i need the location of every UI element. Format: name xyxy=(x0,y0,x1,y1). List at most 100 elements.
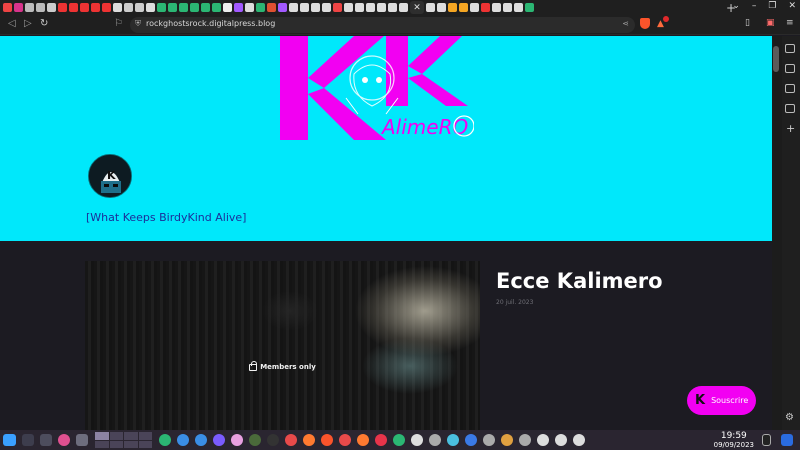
taskbar-app-icon[interactable] xyxy=(483,434,495,446)
taskbar-app-icon[interactable] xyxy=(573,434,585,446)
page-scrollbar[interactable] xyxy=(772,36,782,430)
browser-tab[interactable] xyxy=(47,3,56,12)
site-info-icon[interactable]: ⛨ xyxy=(135,19,141,29)
taskbar-app-icon[interactable] xyxy=(321,434,333,446)
browser-tab[interactable] xyxy=(322,3,331,12)
maximize-button[interactable]: ❐ xyxy=(768,1,776,11)
browser-tab[interactable] xyxy=(289,3,298,12)
taskbar-app-icon[interactable] xyxy=(501,434,513,446)
taskbar-app-icon[interactable] xyxy=(393,434,405,446)
app-launcher-icon[interactable] xyxy=(3,434,16,446)
taskbar-app-icon[interactable] xyxy=(447,434,459,446)
taskbar-app-icon[interactable] xyxy=(267,434,279,446)
browser-tab[interactable] xyxy=(201,3,210,12)
taskbar-app-icon[interactable] xyxy=(249,434,261,446)
browser-tab[interactable] xyxy=(503,3,512,12)
taskbar-app-icon[interactable] xyxy=(411,434,423,446)
browser-tab[interactable] xyxy=(179,3,188,12)
post-title[interactable]: Ecce Kalimero xyxy=(496,269,663,293)
browser-tab[interactable] xyxy=(437,3,446,12)
taskbar-app-icon[interactable] xyxy=(159,434,171,446)
browser-tab[interactable] xyxy=(256,3,265,12)
browser-tab[interactable] xyxy=(168,3,177,12)
sidebar-reading-list-icon[interactable] xyxy=(785,64,795,73)
sidebar-add-icon[interactable]: + xyxy=(786,122,795,135)
browser-tab[interactable] xyxy=(234,3,243,12)
reload-button[interactable]: ↻ xyxy=(40,18,48,29)
address-bar[interactable]: ⛨ rockghostsrock.digitalpress.blog ⋖ xyxy=(130,17,635,33)
browser-tab[interactable] xyxy=(426,3,435,12)
browser-tab[interactable] xyxy=(514,3,523,12)
file-manager-icon[interactable] xyxy=(40,434,52,446)
tasks-icon[interactable] xyxy=(76,434,88,446)
taskbar-app-icon[interactable] xyxy=(231,434,243,446)
browser-tab[interactable] xyxy=(157,3,166,12)
sidebar-toggle-icon[interactable]: ▯ xyxy=(745,18,750,28)
taskbar-app-icon[interactable] xyxy=(303,434,315,446)
taskbar-app-icon[interactable] xyxy=(555,434,567,446)
browser-tab[interactable] xyxy=(113,3,122,12)
forward-button[interactable]: ▷ xyxy=(24,18,32,29)
browser-tab[interactable] xyxy=(124,3,133,12)
terminal-icon[interactable] xyxy=(22,434,34,446)
browser-tab[interactable] xyxy=(300,3,309,12)
browser-tab[interactable] xyxy=(492,3,501,12)
taskbar-app-icon[interactable] xyxy=(339,434,351,446)
taskbar-app-icon[interactable] xyxy=(213,434,225,446)
browser-tab[interactable] xyxy=(311,3,320,12)
taskbar-app-icon[interactable] xyxy=(195,434,207,446)
taskbar-app-icon[interactable] xyxy=(537,434,549,446)
browser-tab[interactable] xyxy=(344,3,353,12)
taskbar-app-icon[interactable] xyxy=(357,434,369,446)
browser-tab[interactable] xyxy=(399,3,408,12)
browser-tab[interactable] xyxy=(223,3,232,12)
browser-tab[interactable] xyxy=(388,3,397,12)
browser-tab[interactable] xyxy=(355,3,364,12)
site-avatar[interactable]: K xyxy=(88,154,132,198)
browser-tab[interactable] xyxy=(25,3,34,12)
browser-tab[interactable] xyxy=(525,3,534,12)
bookmark-icon[interactable]: ⚐ xyxy=(114,18,123,29)
sidebar-settings-icon[interactable]: ⚙ xyxy=(785,412,794,423)
active-tab-close-icon[interactable]: ✕ xyxy=(410,1,424,14)
browser-tab[interactable] xyxy=(333,3,342,12)
browser-tab[interactable] xyxy=(91,3,100,12)
virtual-desktop-pager[interactable] xyxy=(95,432,152,448)
scrollbar-thumb[interactable] xyxy=(773,46,779,72)
sidebar-tabs-icon[interactable] xyxy=(785,44,795,53)
tab-search-icon[interactable]: ⌄ xyxy=(732,1,740,11)
browser-tab[interactable] xyxy=(278,3,287,12)
sidebar-history-icon[interactable] xyxy=(785,104,795,113)
browser-tab[interactable] xyxy=(58,3,67,12)
minimize-button[interactable]: – xyxy=(752,1,757,11)
browser-tab[interactable] xyxy=(36,3,45,12)
browser-tab[interactable] xyxy=(80,3,89,12)
browser-tab[interactable] xyxy=(448,3,457,12)
taskbar-app-icon[interactable] xyxy=(375,434,387,446)
browser-tab[interactable] xyxy=(481,3,490,12)
taskbar-app-icon[interactable] xyxy=(285,434,297,446)
wallet-icon[interactable]: ▣ xyxy=(766,18,775,28)
browser-tab[interactable] xyxy=(3,3,12,12)
taskbar-app-icon[interactable] xyxy=(429,434,441,446)
battery-icon[interactable] xyxy=(762,434,771,446)
browser-tab[interactable] xyxy=(14,3,23,12)
taskbar-app-icon[interactable] xyxy=(519,434,531,446)
post-feature-image[interactable]: Members only xyxy=(85,261,480,430)
share-icon[interactable]: ⋖ xyxy=(622,19,629,28)
brave-shields-icon[interactable] xyxy=(640,18,650,29)
close-window-button[interactable]: ✕ xyxy=(788,1,796,11)
show-desktop-icon[interactable] xyxy=(781,434,793,446)
system-clock[interactable]: 19:59 09/09/2023 xyxy=(714,430,754,450)
browser-tab[interactable] xyxy=(267,3,276,12)
browser-tab[interactable] xyxy=(377,3,386,12)
browser-tab[interactable] xyxy=(190,3,199,12)
browser-tab[interactable] xyxy=(245,3,254,12)
browser-tab[interactable] xyxy=(459,3,468,12)
taskbar-app-icon[interactable] xyxy=(177,434,189,446)
updates-icon[interactable] xyxy=(58,434,70,446)
back-button[interactable]: ◁ xyxy=(8,18,16,29)
menu-icon[interactable]: ≡ xyxy=(786,18,794,28)
browser-tab[interactable] xyxy=(69,3,78,12)
browser-tab[interactable] xyxy=(470,3,479,12)
